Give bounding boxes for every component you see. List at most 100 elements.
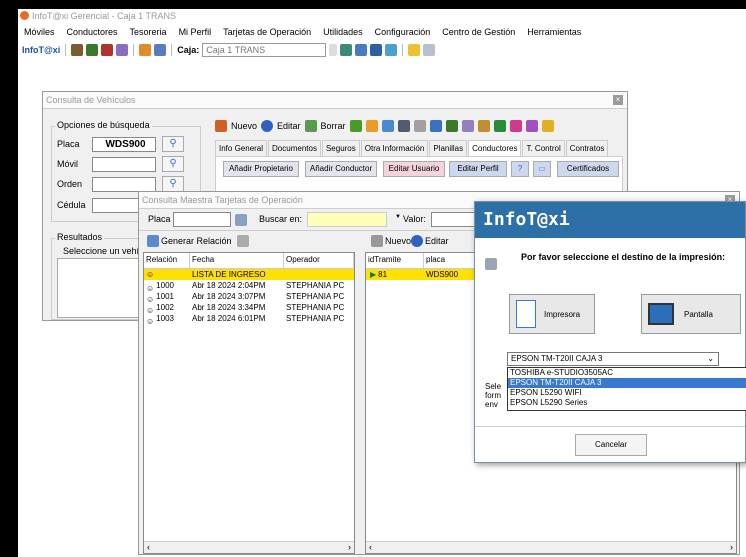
close-icon[interactable]: × bbox=[613, 95, 623, 105]
cancel-button[interactable]: Cancelar bbox=[575, 434, 647, 456]
document-icon[interactable] bbox=[116, 44, 129, 56]
valor-dropdown-icon[interactable]: ▼ bbox=[395, 214, 401, 220]
caja-select[interactable]: Caja 1 TRANS bbox=[202, 43, 327, 57]
folder-icon[interactable] bbox=[541, 120, 554, 132]
tab-conductores[interactable]: Conductores bbox=[468, 140, 522, 156]
add-driver-button[interactable]: Añadir Conductor bbox=[305, 161, 377, 177]
window-icon[interactable] bbox=[385, 44, 398, 56]
tab-planillas[interactable]: Planillas bbox=[429, 140, 468, 156]
col-idtramite[interactable]: idTramite bbox=[366, 253, 424, 268]
borrar-button[interactable]: Borrar bbox=[321, 121, 346, 131]
nuevo-button[interactable]: Nuevo bbox=[231, 121, 257, 131]
vehicle-icon[interactable] bbox=[445, 120, 458, 132]
tab-info-general[interactable]: Info General bbox=[215, 140, 268, 156]
add-owner-button[interactable]: Añadir Propietario bbox=[223, 161, 299, 177]
people-icon[interactable] bbox=[477, 120, 490, 132]
scroll-left-icon[interactable]: ‹ bbox=[369, 542, 372, 552]
search-movil-button[interactable]: ⚲ bbox=[162, 156, 184, 172]
tab-otra-informacion[interactable]: Otra Información bbox=[360, 140, 429, 156]
impresora-button[interactable]: Impresora bbox=[509, 294, 595, 334]
menu-herramientas[interactable]: Herramientas bbox=[521, 24, 587, 40]
table-row[interactable]: ☺ 1000 Abr 18 2024 2:04PM STEPHANIA PC bbox=[144, 280, 354, 291]
table-row[interactable]: ☺ LISTA DE INGRESO bbox=[144, 269, 354, 280]
editar-button[interactable]: Editar bbox=[277, 121, 301, 131]
menu-moviles[interactable]: Móviles bbox=[18, 24, 61, 40]
pantalla-button[interactable]: Pantalla bbox=[641, 294, 741, 334]
certificados-button[interactable]: Certificados bbox=[557, 161, 619, 177]
filter-icon[interactable] bbox=[235, 214, 247, 226]
scroll-left-icon[interactable]: ‹ bbox=[147, 542, 150, 552]
tools-icon[interactable] bbox=[413, 120, 426, 132]
caja-dropdown-icon[interactable] bbox=[329, 44, 338, 56]
edit-profile-button[interactable]: Editar Perfil bbox=[449, 161, 507, 177]
group-icon[interactable] bbox=[493, 120, 506, 132]
tab-documentos[interactable]: Documentos bbox=[268, 140, 321, 156]
check-icon[interactable] bbox=[509, 120, 522, 132]
maestra-placa-field[interactable] bbox=[173, 212, 231, 227]
col-relacion[interactable]: Relación bbox=[144, 253, 190, 268]
print-icon[interactable] bbox=[237, 235, 249, 247]
horizontal-scrollbar[interactable]: ‹ › bbox=[366, 541, 736, 553]
table-row[interactable]: ☺ 1002 Abr 18 2024 3:34PM STEPHANIA PC bbox=[144, 302, 354, 313]
placa-field[interactable]: WDS900 bbox=[92, 137, 156, 152]
menu-tarjetas[interactable]: Tarjetas de Operación bbox=[217, 24, 317, 40]
calculator-icon[interactable] bbox=[340, 44, 353, 56]
doc-icon[interactable] bbox=[461, 120, 474, 132]
arrow-icon[interactable] bbox=[525, 120, 538, 132]
printer-option[interactable]: EPSON L5290 WIFI bbox=[508, 388, 746, 398]
chevron-down-icon[interactable]: ⌄ bbox=[707, 353, 714, 365]
info-icon[interactable] bbox=[429, 120, 442, 132]
calendar-icon[interactable] bbox=[101, 44, 114, 56]
row-operador: STEPHANIA PC bbox=[286, 281, 345, 290]
maestra-nuevo-button[interactable]: Nuevo bbox=[385, 236, 411, 246]
printer-option[interactable]: EPSON L5290 Series bbox=[508, 398, 746, 408]
menu-configuracion[interactable]: Configuración bbox=[369, 24, 437, 40]
scroll-right-icon[interactable]: › bbox=[348, 542, 351, 552]
person-icon[interactable] bbox=[365, 120, 378, 132]
tab-seguros[interactable]: Seguros bbox=[321, 140, 360, 156]
tab-t-control[interactable]: T. Control bbox=[522, 140, 565, 156]
horizontal-scrollbar[interactable]: ‹ › bbox=[144, 541, 354, 553]
sheet-icon[interactable] bbox=[397, 120, 410, 132]
row-fecha: Abr 18 2024 2:04PM bbox=[192, 281, 266, 290]
movil-field[interactable] bbox=[92, 157, 156, 172]
table-row[interactable]: ☺ 1001 Abr 18 2024 3:07PM STEPHANIA PC bbox=[144, 291, 354, 302]
menu-tesoreria[interactable]: Tesoreria bbox=[124, 24, 173, 40]
printer-option[interactable]: EPSON TM-T20II CAJA 3 bbox=[508, 378, 746, 388]
col-fecha[interactable]: Fecha bbox=[190, 253, 284, 268]
star-icon[interactable] bbox=[408, 44, 421, 56]
new-icon bbox=[371, 235, 383, 247]
table-row[interactable]: ☺ 1003 Abr 18 2024 6:01PM STEPHANIA PC bbox=[144, 313, 354, 324]
flag-icon[interactable] bbox=[349, 120, 362, 132]
search-placa-button[interactable]: ⚲ bbox=[162, 136, 184, 152]
buscar-field[interactable] bbox=[307, 212, 387, 227]
edit-user-button[interactable]: Editar Usuario bbox=[383, 161, 445, 177]
help-button[interactable]: ? bbox=[511, 161, 529, 177]
row-fecha: LISTA DE INGRESO bbox=[192, 270, 266, 279]
user-icon[interactable] bbox=[139, 44, 152, 56]
menu-conductores[interactable]: Conductores bbox=[61, 24, 124, 40]
card-icon[interactable] bbox=[381, 120, 394, 132]
col-operador[interactable]: Operador bbox=[284, 253, 354, 268]
vehicle-icon[interactable] bbox=[86, 44, 99, 56]
monitor-icon[interactable] bbox=[355, 44, 368, 56]
search-orden-button[interactable]: ⚲ bbox=[162, 176, 184, 192]
hint-line: Sele bbox=[485, 382, 502, 391]
maestra-editar-button[interactable]: Editar bbox=[425, 236, 449, 246]
help-icon[interactable] bbox=[423, 44, 436, 56]
tab-contratos[interactable]: Contratos bbox=[565, 140, 609, 156]
menu-mi-perfil[interactable]: Mi Perfil bbox=[173, 24, 218, 40]
monitor-button[interactable]: ▭ bbox=[533, 161, 551, 177]
scroll-right-icon[interactable]: › bbox=[730, 542, 733, 552]
printer-select[interactable]: EPSON TM-T20II CAJA 3 ⌄ bbox=[507, 352, 719, 366]
orden-field[interactable] bbox=[92, 177, 156, 192]
menu-utilidades[interactable]: Utilidades bbox=[317, 24, 369, 40]
report-icon[interactable] bbox=[154, 44, 167, 56]
hint-line: form bbox=[485, 391, 501, 400]
menu-centro-gestion[interactable]: Centro de Gestión bbox=[436, 24, 521, 40]
print-icon[interactable] bbox=[370, 44, 383, 56]
generar-button[interactable]: Generar Relación bbox=[161, 236, 232, 246]
printer-select-value: EPSON TM-T20II CAJA 3 bbox=[511, 354, 603, 363]
taxi-icon[interactable] bbox=[71, 44, 84, 56]
printer-option[interactable]: TOSHIBA e-STUDIO3505AC bbox=[508, 368, 746, 378]
